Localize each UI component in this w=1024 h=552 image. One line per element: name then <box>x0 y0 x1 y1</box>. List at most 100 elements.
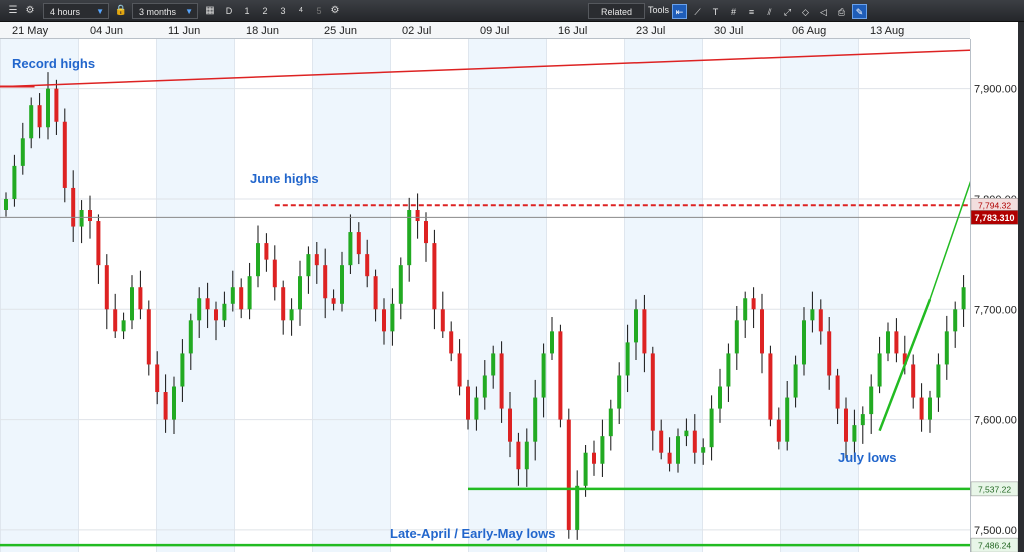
settings-gear-icon[interactable]: ⚙ <box>23 3 37 19</box>
print-icon[interactable]: ⎙ <box>834 4 849 19</box>
x-tick-label: 06 Aug <box>792 25 826 37</box>
range-button-3[interactable]: 3 <box>276 3 290 19</box>
x-tick-label: 18 Jun <box>246 25 279 37</box>
candle-body <box>852 425 857 442</box>
candle-body <box>12 165 17 199</box>
candle-body <box>466 386 470 420</box>
candle-body <box>482 375 487 398</box>
candle-body <box>256 243 260 277</box>
candle-body <box>617 375 622 409</box>
shape-tool-icon[interactable]: ◇ <box>798 4 813 19</box>
candle-body <box>272 259 277 288</box>
price-chart[interactable]: 21 May 04 Jun 11 Jun 18 Jun 25 Jun 02 Jul 09 J… <box>0 22 1024 552</box>
text-tool-icon[interactable]: T <box>708 4 723 19</box>
range-button-4[interactable]: 4 <box>294 3 308 19</box>
candle-body <box>760 309 764 354</box>
candle-body <box>440 309 445 332</box>
candle-body <box>785 397 790 442</box>
candle-body <box>390 303 395 332</box>
candle-body <box>382 309 386 332</box>
candle-body <box>398 265 403 304</box>
candle-body <box>62 121 67 188</box>
pointer-tool-icon[interactable]: ⇤ <box>672 4 687 19</box>
candle-body <box>71 187 76 227</box>
range-button-5[interactable]: 5 <box>312 3 326 19</box>
candle-body <box>340 265 344 304</box>
candle-body <box>944 331 949 365</box>
calendar-icon[interactable]: ▦ <box>203 3 217 19</box>
candle-body <box>491 353 496 376</box>
label-tool-icon[interactable]: ◁ <box>816 4 831 19</box>
crosshair-tool-icon[interactable]: # <box>726 4 741 19</box>
measure-tool-icon[interactable]: ⤢ <box>780 4 795 19</box>
candle-body <box>768 353 773 420</box>
candle-body <box>205 298 210 310</box>
candle-body <box>709 408 714 448</box>
candle-body <box>802 320 806 365</box>
candle-body <box>919 397 924 420</box>
range-button-d[interactable]: D <box>222 3 236 19</box>
tools-label: Tools <box>648 5 670 15</box>
channel-tool-icon[interactable]: ⫽ <box>762 4 777 19</box>
candle-body <box>46 88 50 128</box>
candle-body <box>180 353 185 387</box>
trendline-tool-icon[interactable]: ⟋ <box>690 4 705 19</box>
candle-body <box>701 447 706 453</box>
candle-body <box>365 254 370 277</box>
candle-body <box>499 353 504 409</box>
candle-body <box>558 331 563 420</box>
july-lows-label: July lows <box>838 450 897 465</box>
candle-body <box>844 408 848 442</box>
candle-body <box>718 386 722 409</box>
candle-body <box>29 105 34 139</box>
week-bands <box>0 39 858 552</box>
x-tick-label: 02 Jul <box>402 25 431 37</box>
chart-settings-gear-icon[interactable]: ⚙ <box>328 3 342 19</box>
annotations: Record highs June highs July lows Late-Apri… <box>12 56 897 541</box>
candle-body <box>566 419 571 530</box>
fibonacci-tool-icon[interactable]: ≡ <box>744 4 759 19</box>
candle-body <box>835 375 840 409</box>
lock-icon[interactable]: 🔒 <box>114 3 128 19</box>
candle-body <box>953 309 958 332</box>
related-button[interactable]: Related <box>588 3 646 19</box>
candle-body <box>104 265 109 310</box>
range-button-1[interactable]: 1 <box>240 3 254 19</box>
last-price-tag-label: 7,783.310 <box>974 213 1014 223</box>
range-select[interactable]: 3 months ▼ <box>132 3 198 19</box>
y-tick-label: 7,700.00 <box>974 304 1017 316</box>
candle-body <box>138 287 143 310</box>
interval-select[interactable]: 4 hours ▼ <box>43 3 109 19</box>
candle-body <box>121 320 126 332</box>
range-button-2[interactable]: 2 <box>258 3 272 19</box>
candle-body <box>550 331 554 354</box>
candle-body <box>625 342 630 376</box>
candle-body <box>726 353 731 387</box>
candle-body <box>424 221 428 244</box>
candle-body <box>743 298 748 321</box>
x-tick-label: 30 Jul <box>714 25 743 37</box>
candle-body <box>457 353 462 387</box>
tools-settings-icon[interactable]: ✎ <box>852 4 867 19</box>
candle-body <box>113 309 118 332</box>
candle-body <box>306 254 311 277</box>
x-axis: 21 May 04 Jun 11 Jun 18 Jun 25 Jun 02 Jul 09 J… <box>0 22 970 39</box>
candle-body <box>676 436 680 464</box>
interval-value: 4 hours <box>50 7 81 17</box>
window-edge <box>1018 22 1024 552</box>
candle-body <box>247 276 252 310</box>
x-tick-label: 25 Jun <box>324 25 357 37</box>
july-low-tag-label: 7,537.22 <box>978 484 1011 494</box>
candle-body <box>37 105 42 128</box>
candle-body <box>608 408 613 437</box>
candle-body <box>96 221 101 266</box>
menu-icon[interactable]: ☰ <box>6 3 20 19</box>
june-high-tag-label: 7,794.32 <box>978 201 1011 211</box>
x-tick-label: 04 Jun <box>90 25 123 37</box>
candle-body <box>314 254 319 266</box>
candle-body <box>659 430 664 453</box>
week-band <box>624 39 702 552</box>
candle-body <box>928 397 932 420</box>
y-tick-label: 7,900.00 <box>974 84 1017 96</box>
candle-body <box>751 298 756 310</box>
